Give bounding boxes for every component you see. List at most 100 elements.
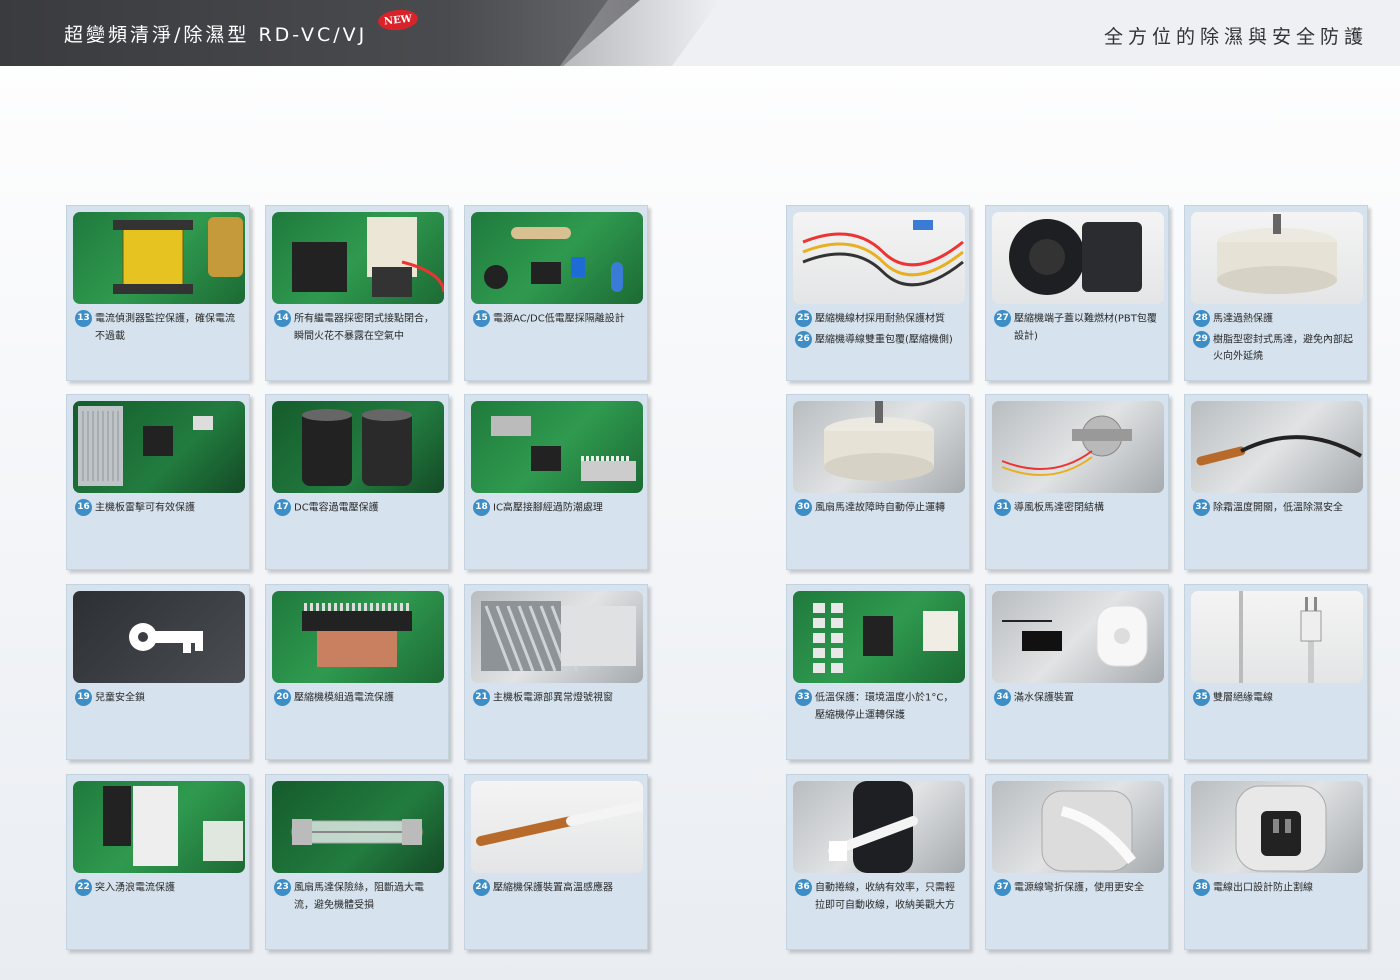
relay-icon	[272, 212, 444, 304]
feature-caption: 34 滿水保護裝置	[994, 689, 1162, 710]
feature-card: 27 壓縮機端子蓋以難燃材(PBT包覆設計)	[985, 205, 1169, 381]
feature-number-badge: 23	[274, 879, 291, 896]
feature-text: 電流偵測器監控保護，確保電流不過載	[95, 313, 235, 342]
feature-item: 16 主機板雷擊可有效保護	[75, 499, 243, 517]
feature-item: 22 突入湧浪電流保護	[75, 879, 243, 897]
feature-caption: 31 導風板馬達密閉結構	[994, 499, 1162, 520]
feature-card: 15 電源AC/DC低電壓採隔離設計	[464, 205, 648, 381]
feature-card: 24 壓縮機保護裝置高溫感應器	[464, 774, 648, 950]
feature-card: 33 低溫保護：環境溫度小於1°C，壓縮機停止運轉保護	[786, 584, 970, 760]
fuse-icon	[272, 781, 444, 873]
feature-card: 21 主機板電源部異常燈號視窗	[464, 584, 648, 760]
feature-number-badge: 22	[75, 879, 92, 896]
feature-card: 17 DC電容過電壓保護	[265, 394, 449, 570]
feature-text: 兒童安全鎖	[95, 692, 145, 704]
feature-item: 15 電源AC/DC低電壓採隔離設計	[473, 310, 641, 328]
water-full-icon	[992, 591, 1164, 683]
feature-card: 14 所有繼電器採密閉式接點閉合，瞬間火花不暴露在空氣中	[265, 205, 449, 381]
feature-caption: 23 風扇馬達保險絲，阻斷過大電流，避免機體受損	[274, 879, 442, 917]
feature-card: 18 IC高壓接腳經過防潮處理	[464, 394, 648, 570]
feature-caption: 21 主機板電源部異常燈號視窗	[473, 689, 641, 710]
feature-text: 除霜溫度開關，低溫除濕安全	[1213, 502, 1343, 514]
feature-item: 28 馬達過熱保護	[1193, 310, 1361, 328]
feature-number-badge: 27	[994, 310, 1011, 327]
feature-text: IC高壓接腳經過防潮處理	[493, 502, 603, 514]
product-title: 超變頻清淨/除濕型 RD-VC/VJ	[64, 24, 368, 46]
feature-number-badge: 35	[1193, 689, 1210, 706]
cord-outlet-icon	[1191, 781, 1363, 873]
feature-text: 自動捲線，收納有效率，只需輕拉即可自動收線，收納美觀大方	[815, 882, 955, 911]
feature-item: 30 風扇馬達故障時自動停止運轉	[795, 499, 963, 517]
feature-text: 主機板電源部異常燈號視窗	[493, 692, 613, 704]
ic-pin-icon	[471, 401, 643, 493]
feature-item: 19 兒童安全鎖	[75, 689, 243, 707]
feature-text: 電線出口設計防止割線	[1213, 882, 1313, 894]
capacitor-icon	[272, 401, 444, 493]
feature-caption: 17 DC電容過電壓保護	[274, 499, 442, 520]
low-temp-icon	[793, 591, 965, 683]
feature-number-badge: 17	[274, 499, 291, 516]
feature-card: 23 風扇馬達保險絲，阻斷過大電流，避免機體受損	[265, 774, 449, 950]
feature-number-badge: 13	[75, 310, 92, 327]
cord-reel-icon	[793, 781, 965, 873]
feature-number-badge: 21	[473, 689, 490, 706]
feature-caption: 28 馬達過熱保護 29 樹脂型密封式馬達，避免內部起火向外延燒	[1193, 310, 1361, 368]
terminal-cover-icon	[992, 212, 1164, 304]
feature-item: 32 除霜溫度開關，低溫除濕安全	[1193, 499, 1361, 517]
feature-text: DC電容過電壓保護	[294, 502, 379, 514]
feature-card: 16 主機板雷擊可有效保護	[66, 394, 250, 570]
feature-text: 電源AC/DC低電壓採隔離設計	[493, 313, 625, 325]
feature-caption: 24 壓縮機保護裝置高溫感應器	[473, 879, 641, 900]
feature-number-badge: 31	[994, 499, 1011, 516]
feature-text: 樹脂型密封式馬達，避免內部起火向外延燒	[1213, 334, 1353, 362]
power-isolation-icon	[471, 212, 643, 304]
child-lock-icon	[73, 591, 245, 683]
feature-item: 24 壓縮機保護裝置高溫感應器	[473, 879, 641, 897]
feature-card: 31 導風板馬達密閉結構	[985, 394, 1169, 570]
feature-text: 壓縮機端子蓋以難燃材(PBT包覆設計)	[1014, 313, 1157, 342]
surge-icon	[73, 781, 245, 873]
feature-item: 35 雙層絕緣電線	[1193, 689, 1361, 707]
feature-text: 導風板馬達密閉結構	[1014, 502, 1104, 514]
feature-caption: 27 壓縮機端子蓋以難燃材(PBT包覆設計)	[994, 310, 1162, 348]
feature-card: 20 壓縮機模組過電流保護	[265, 584, 449, 760]
feature-caption: 19 兒童安全鎖	[75, 689, 243, 710]
feature-number-badge: 26	[795, 330, 812, 348]
feature-card: 35 雙層絕緣電線	[1184, 584, 1368, 760]
wire-icon	[793, 212, 965, 304]
feature-number-badge: 28	[1193, 310, 1210, 327]
feature-text: 壓縮機線材採用耐熱保護材質	[815, 313, 945, 325]
feature-number-badge: 30	[795, 499, 812, 516]
feature-text: 風扇馬達保險絲，阻斷過大電流，避免機體受損	[294, 882, 424, 911]
feature-card: 19 兒童安全鎖	[66, 584, 250, 760]
feature-text: 所有繼電器採密閉式接點閉合，瞬間火花不暴露在空氣中	[294, 313, 434, 342]
feature-number-badge: 29	[1193, 330, 1210, 348]
feature-caption: 14 所有繼電器採密閉式接點閉合，瞬間火花不暴露在空氣中	[274, 310, 442, 348]
feature-number-badge: 25	[795, 310, 812, 327]
feature-card: 13 電流偵測器監控保護，確保電流不過載	[66, 205, 250, 381]
feature-item: 25 壓縮機線材採用耐熱保護材質	[795, 310, 963, 328]
feature-text: 低溫保護：環境溫度小於1°C，壓縮機停止運轉保護	[815, 692, 954, 721]
feature-item: 38 電線出口設計防止割線	[1193, 879, 1361, 897]
feature-text: 壓縮機模組過電流保護	[294, 692, 394, 704]
feature-card: 28 馬達過熱保護 29 樹脂型密封式馬達，避免內部起火向外延燒	[1184, 205, 1368, 381]
feature-text: 電源線彎折保護，使用更安全	[1014, 882, 1144, 894]
feature-card: 38 電線出口設計防止割線	[1184, 774, 1368, 950]
feature-number-badge: 36	[795, 879, 812, 896]
feature-item: 13 電流偵測器監控保護，確保電流不過載	[75, 310, 243, 345]
feature-card: 36 自動捲線，收納有效率，只需輕拉即可自動收線，收納美觀大方	[786, 774, 970, 950]
feature-number-badge: 37	[994, 879, 1011, 896]
feature-caption: 13 電流偵測器監控保護，確保電流不過載	[75, 310, 243, 348]
feature-item: 17 DC電容過電壓保護	[274, 499, 442, 517]
compressor-module-icon	[272, 591, 444, 683]
feature-caption: 18 IC高壓接腳經過防潮處理	[473, 499, 641, 520]
feature-number-badge: 18	[473, 499, 490, 516]
feature-caption: 22 突入湧浪電流保護	[75, 879, 243, 900]
feature-caption: 37 電源線彎折保護，使用更安全	[994, 879, 1162, 900]
feature-item: 20 壓縮機模組過電流保護	[274, 689, 442, 707]
feature-card: 37 電源線彎折保護，使用更安全	[985, 774, 1169, 950]
feature-number-badge: 15	[473, 310, 490, 327]
feature-caption: 33 低溫保護：環境溫度小於1°C，壓縮機停止運轉保護	[795, 689, 963, 727]
feature-text: 雙層絕緣電線	[1213, 692, 1273, 704]
feature-number-badge: 16	[75, 499, 92, 516]
